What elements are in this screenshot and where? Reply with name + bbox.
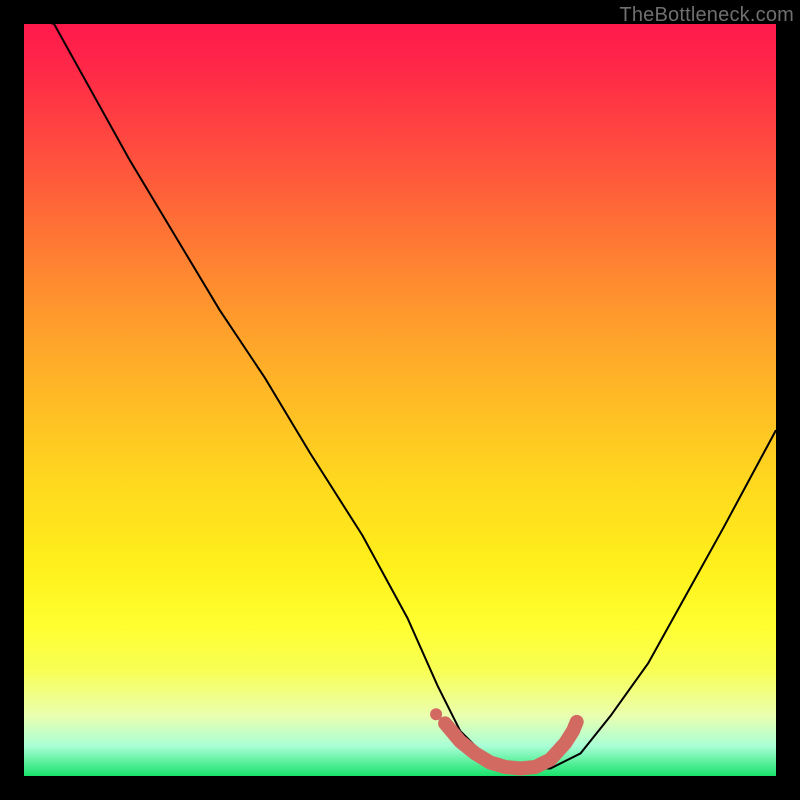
chart-container: TheBottleneck.com [0, 0, 800, 800]
watermark-text: TheBottleneck.com [619, 4, 794, 27]
optimal-range-marker [445, 722, 577, 769]
plot-area [24, 24, 776, 776]
chart-svg [24, 24, 776, 776]
bottleneck-curve [24, 24, 776, 769]
optimal-start-dot [430, 708, 442, 720]
